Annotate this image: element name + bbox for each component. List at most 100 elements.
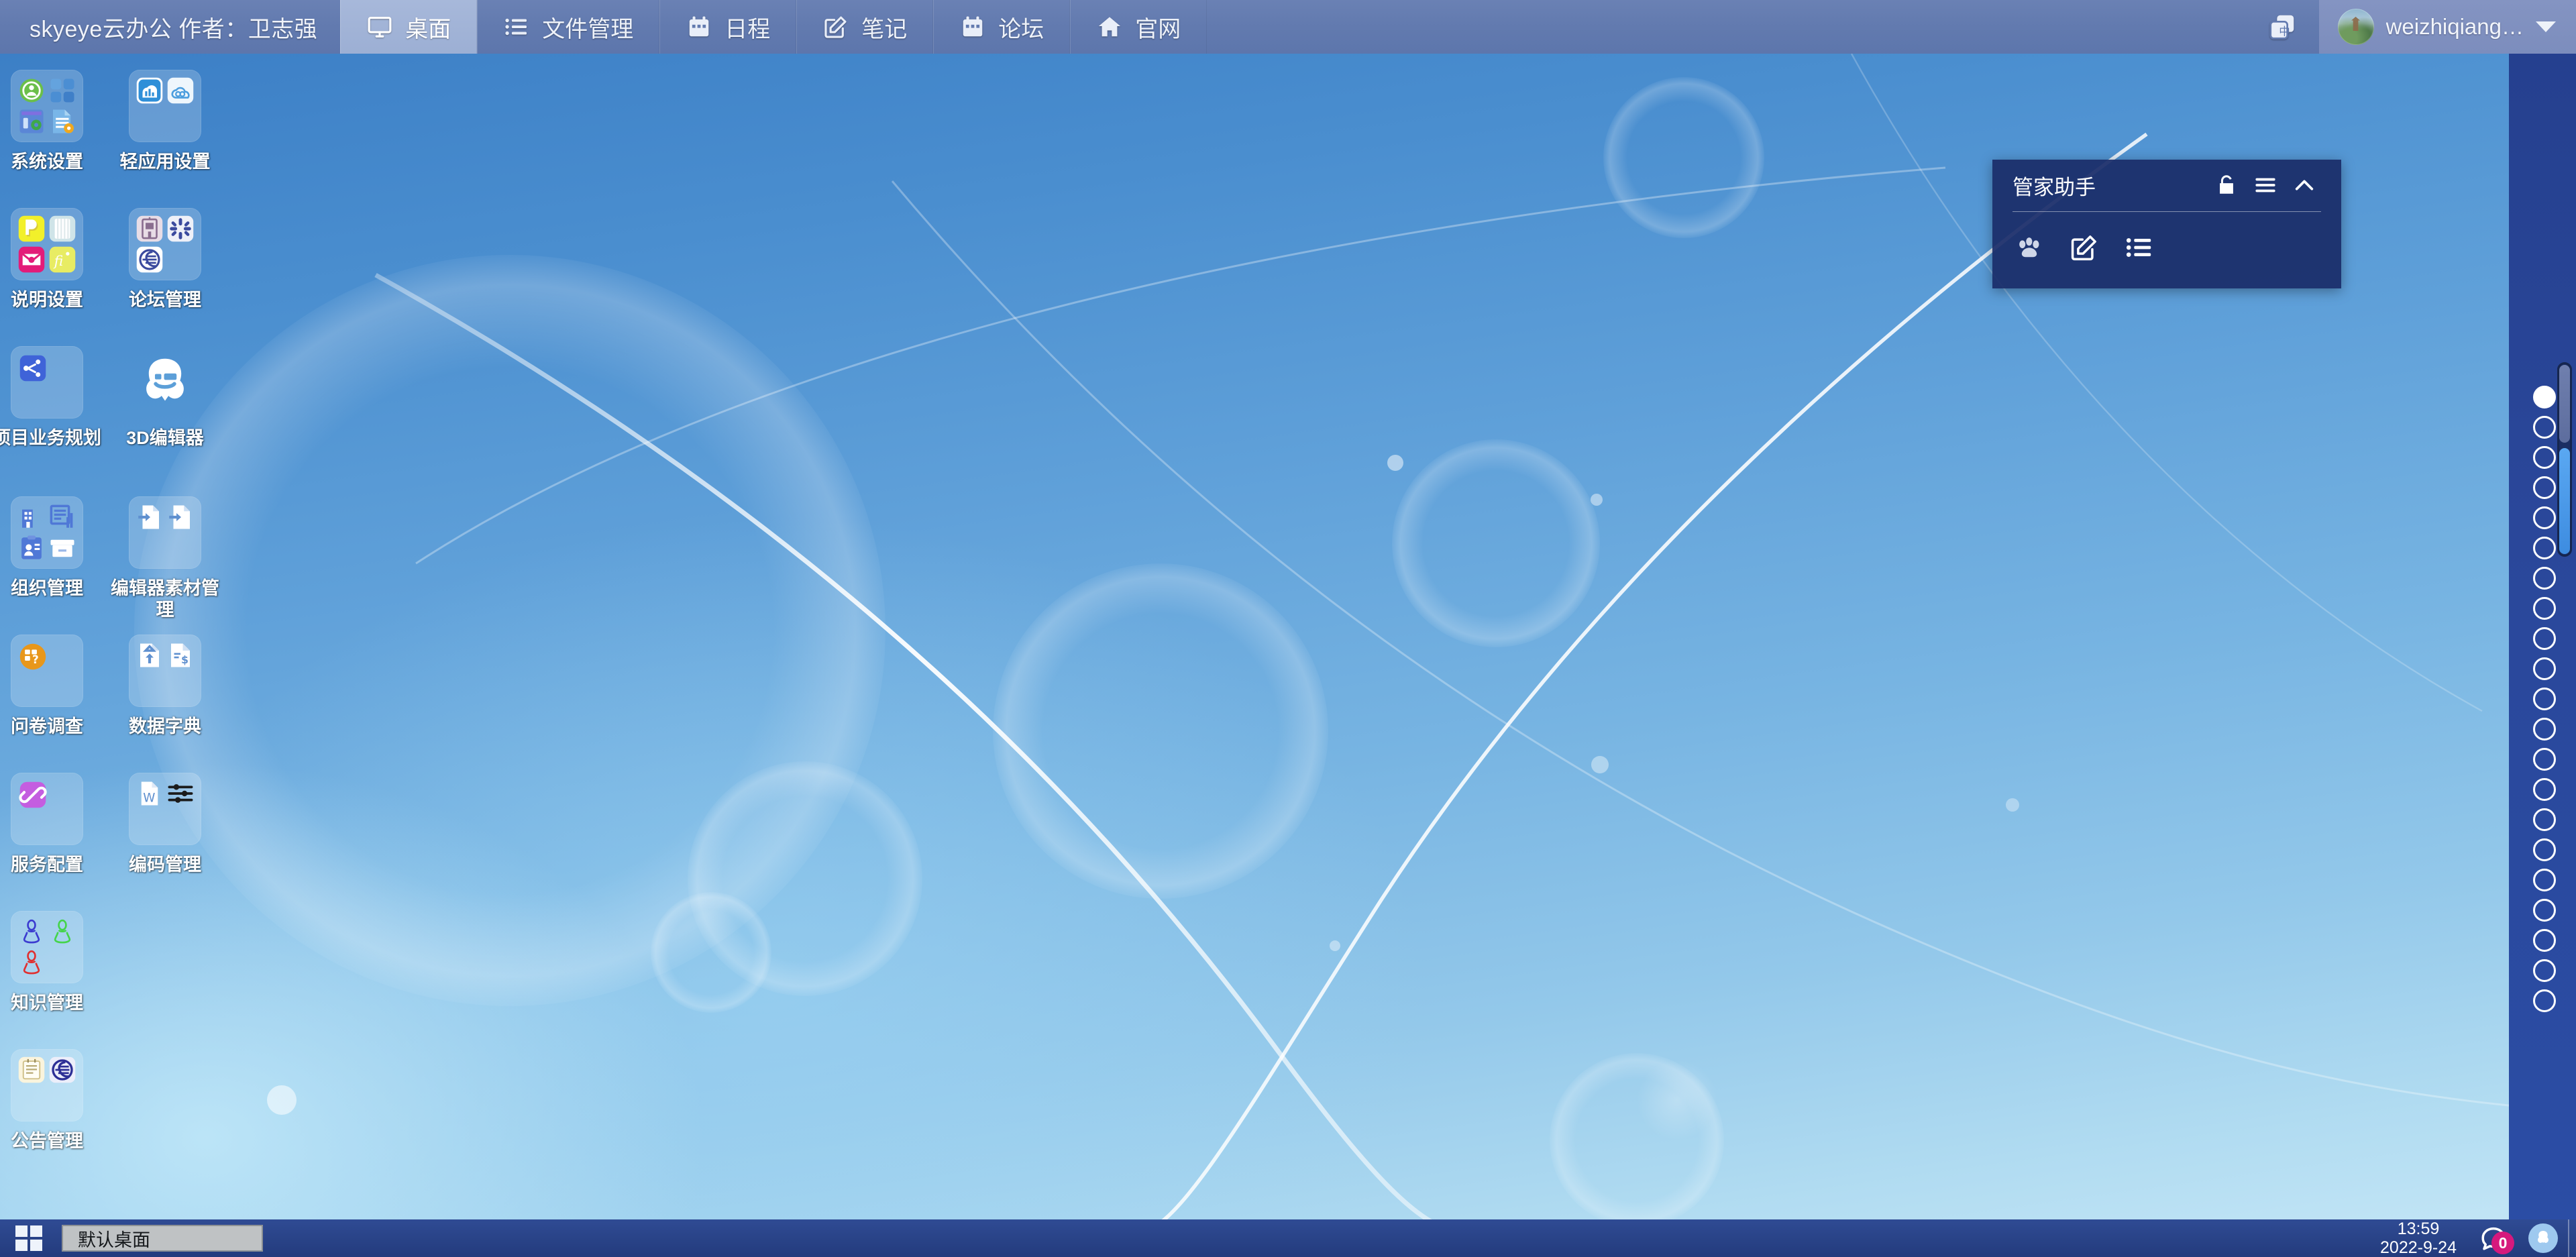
- desktop-icon-system-settings[interactable]: 系统设置: [0, 70, 106, 173]
- page-dot[interactable]: [2533, 506, 2556, 529]
- knowledge-admin-icon: [11, 911, 83, 983]
- light-app-settings-icon: [129, 70, 201, 142]
- assistant-widget-title: 管家助手: [2012, 175, 2096, 199]
- desktop-icon-org-admin[interactable]: 组织管理: [0, 496, 106, 600]
- taskbar-clock[interactable]: 13:59 2022-9-24: [2368, 1219, 2469, 1257]
- tab-desktop[interactable]: 桌面: [340, 0, 478, 54]
- desktop-icon-data-dictionary[interactable]: $ 数据字典: [106, 635, 224, 738]
- desktop-page-scrollbar[interactable]: [2557, 362, 2572, 557]
- page-dot[interactable]: [2533, 688, 2556, 710]
- desktop-icon-survey[interactable]: ? 问卷调查: [0, 635, 106, 738]
- start-button[interactable]: [0, 1225, 58, 1251]
- tab-file-management[interactable]: 文件管理: [477, 0, 660, 54]
- scrollbar-thumb[interactable]: [2559, 447, 2570, 554]
- edit-icon[interactable]: [2066, 229, 2102, 266]
- desktop-icon-label: 说明设置: [11, 290, 83, 310]
- svg-text:$: $: [181, 653, 189, 666]
- assistant-widget-actions: [1992, 212, 2341, 288]
- description-settings-icon: fi: [11, 208, 83, 280]
- page-dot[interactable]: [2533, 808, 2556, 831]
- desktop-icon-light-app-settings[interactable]: 轻应用设置: [106, 70, 224, 173]
- message-badge: 0: [2491, 1232, 2514, 1254]
- desktop-icon-label: 3D编辑器: [126, 428, 204, 448]
- page-dot[interactable]: [2533, 416, 2556, 439]
- menu-icon[interactable]: [2246, 166, 2285, 205]
- tab-label: 桌面: [405, 16, 451, 42]
- top-navigation-bar: skyeye云办公 作者：卫志强 桌面 文件管理 日程 笔记 论坛 官网 中 w…: [0, 0, 2576, 54]
- user-menu[interactable]: weizhiqiang…: [2318, 0, 2576, 54]
- list-icon: [503, 13, 530, 40]
- page-dot[interactable]: [2533, 567, 2556, 590]
- tab-notes[interactable]: 笔记: [796, 0, 934, 54]
- desktop-icon-3d-editor[interactable]: 3D编辑器: [106, 346, 224, 449]
- page-dot[interactable]: [2533, 627, 2556, 650]
- page-dot[interactable]: [2533, 778, 2556, 801]
- desktop-icon-label: 系统设置: [11, 152, 83, 172]
- page-dot[interactable]: [2533, 869, 2556, 891]
- tab-label: 笔记: [861, 16, 908, 42]
- svg-text:中: 中: [2279, 25, 2290, 38]
- page-dot[interactable]: [2533, 537, 2556, 559]
- page-dot[interactable]: [2533, 597, 2556, 620]
- desktop-icon-label: 服务配置: [11, 855, 83, 875]
- page-dot[interactable]: [2533, 959, 2556, 982]
- desktop-icon-project-planning[interactable]: 项目业务规划: [0, 346, 106, 449]
- desktop-icon-code-admin[interactable]: W 编码管理: [106, 773, 224, 876]
- home-icon: [1096, 13, 1123, 40]
- desktop-icon-label: 数据字典: [129, 716, 201, 736]
- assistant-widget-header: 管家助手: [1992, 160, 2341, 211]
- tab-label: 日程: [724, 16, 771, 42]
- page-dot[interactable]: [2533, 989, 2556, 1012]
- desktop-icon-label: 公告管理: [11, 1131, 83, 1151]
- project-planning-icon: [11, 346, 83, 419]
- desktop-icon-label: 编码管理: [129, 855, 201, 875]
- page-dot[interactable]: [2533, 748, 2556, 771]
- survey-icon: ?: [11, 635, 83, 707]
- tab-official-site[interactable]: 官网: [1070, 0, 1208, 54]
- tab-label: 官网: [1135, 16, 1181, 42]
- desktop-icon-forum-admin[interactable]: 论坛管理: [106, 208, 224, 311]
- clock-time: 13:59: [2397, 1219, 2440, 1238]
- page-dot[interactable]: [2533, 657, 2556, 680]
- qq-icon[interactable]: [2518, 1219, 2568, 1257]
- paw-icon[interactable]: [2011, 229, 2047, 266]
- page-dot[interactable]: [2533, 929, 2556, 952]
- svg-text:W: W: [143, 791, 155, 805]
- page-dot[interactable]: [2533, 386, 2556, 408]
- list-icon[interactable]: [2121, 229, 2157, 266]
- taskbar-item-label: 默认桌面: [78, 1229, 150, 1250]
- clock-date: 2022-9-24: [2380, 1238, 2457, 1257]
- tab-forum[interactable]: 论坛: [933, 0, 1071, 54]
- page-dot[interactable]: [2533, 476, 2556, 499]
- forum-admin-icon: [129, 208, 201, 280]
- desktop-icon-label: 轻应用设置: [119, 152, 211, 172]
- desktop-icon-editor-assets[interactable]: 编辑器素材管理: [106, 496, 224, 621]
- desktop-icon-label: 组织管理: [11, 578, 83, 598]
- desktop-icon-description-settings[interactable]: fi 说明设置: [0, 208, 106, 311]
- tab-schedule[interactable]: 日程: [659, 0, 797, 54]
- calendar-icon: [686, 13, 712, 40]
- page-dot[interactable]: [2533, 446, 2556, 469]
- svg-text:fi: fi: [53, 253, 63, 269]
- page-dot[interactable]: [2533, 718, 2556, 741]
- announcement-admin-icon: [11, 1049, 83, 1122]
- page-dot[interactable]: [2533, 838, 2556, 861]
- message-icon[interactable]: 0: [2469, 1219, 2518, 1257]
- desktop-icon-knowledge-admin[interactable]: 知识管理: [0, 911, 106, 1014]
- desktop-icon-announcement-admin[interactable]: 公告管理: [0, 1049, 106, 1152]
- desktop-icon-service-config[interactable]: 服务配置: [0, 773, 106, 876]
- desktop-screen: skyeye云办公 作者：卫志强 桌面 文件管理 日程 笔记 论坛 官网 中 w…: [0, 0, 2576, 1257]
- svg-text:?: ?: [32, 653, 39, 666]
- assistant-widget: 管家助手: [1992, 160, 2341, 288]
- ime-switch-icon[interactable]: 中: [2245, 0, 2319, 54]
- data-dictionary-icon: $: [129, 635, 201, 707]
- show-desktop-button[interactable]: [2568, 1219, 2576, 1257]
- desktop-icon-grid: 系统设置 轻应用设置 fi 说明设置 论坛管理 项目业务规划 3D编辑器 组织管…: [0, 54, 241, 1232]
- 3d-editor-icon: [129, 346, 201, 419]
- editor-assets-icon: [129, 496, 201, 569]
- lock-icon[interactable]: [2207, 166, 2246, 205]
- chevron-up-icon[interactable]: [2285, 166, 2324, 205]
- page-dot[interactable]: [2533, 899, 2556, 922]
- taskbar-item-default-desktop[interactable]: 默认桌面: [62, 1225, 263, 1252]
